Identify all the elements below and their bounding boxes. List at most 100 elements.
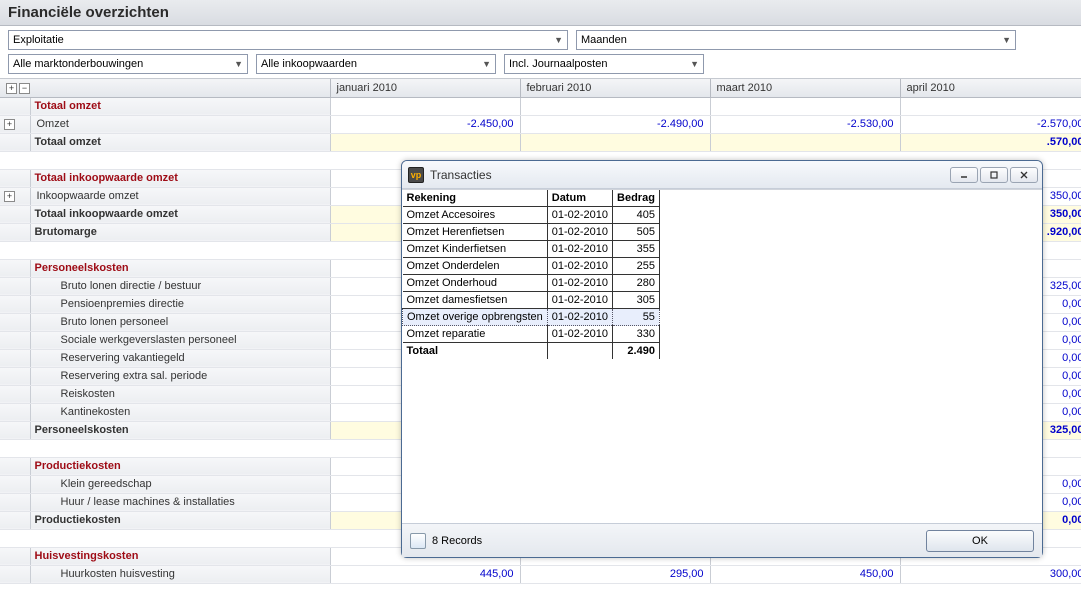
tx-row[interactable]: Omzet reparatie01-02-2010330	[403, 326, 660, 343]
filter-maanden-value: Maanden	[581, 34, 627, 46]
tx-row[interactable]: Omzet Onderhoud01-02-2010280	[403, 275, 660, 292]
tx-datum: 01-02-2010	[547, 275, 612, 292]
transactions-table[interactable]: Rekening Datum Bedrag Omzet Accesoires01…	[402, 190, 660, 359]
expand-icon[interactable]: +	[4, 119, 15, 130]
cell-value[interactable]: 295,00	[520, 565, 710, 583]
chevron-down-icon: ▼	[998, 35, 1011, 45]
tx-col-datum[interactable]: Datum	[547, 190, 612, 207]
expand-all-icon[interactable]: +	[6, 83, 17, 94]
tx-col-rekening[interactable]: Rekening	[403, 190, 548, 207]
minimize-button[interactable]	[950, 167, 978, 183]
dialog-title: Transacties	[430, 168, 948, 182]
col-header[interactable]: februari 2010	[520, 79, 710, 97]
row-label: Klein gereedschap	[30, 475, 330, 493]
cell-value[interactable]: -2.530,00	[710, 115, 900, 133]
tx-rekening: Omzet Kinderfietsen	[403, 241, 548, 258]
tx-bedrag: 505	[613, 224, 660, 241]
filter-maanden[interactable]: Maanden ▼	[576, 30, 1016, 50]
maximize-button[interactable]	[980, 167, 1008, 183]
cell-value[interactable]: -2.490,00	[520, 115, 710, 133]
filter-exploitatie[interactable]: Exploitatie ▼	[8, 30, 568, 50]
row-label: Totaal inkoopwaarde omzet	[30, 205, 330, 223]
tx-bedrag: 280	[613, 275, 660, 292]
grid-row[interactable]: Totaal omzet.570,00	[0, 133, 1081, 151]
collapse-all-icon[interactable]: −	[19, 83, 30, 94]
row-label: Bruto lonen directie / bestuur	[30, 277, 330, 295]
row-label: Omzet	[30, 115, 330, 133]
filter-markt[interactable]: Alle marktonderbouwingen ▼	[8, 54, 248, 74]
row-label: Productiekosten	[30, 457, 330, 475]
tx-bedrag: 255	[613, 258, 660, 275]
col-header[interactable]: april 2010	[900, 79, 1081, 97]
cell-value[interactable]: -2.570,00	[900, 115, 1081, 133]
chevron-down-icon: ▼	[478, 59, 491, 69]
page-title: Financiële overzichten	[0, 0, 1081, 26]
tx-total-row: Totaal 2.490	[403, 343, 660, 360]
tx-total-label: Totaal	[403, 343, 548, 360]
dialog-body: Rekening Datum Bedrag Omzet Accesoires01…	[402, 189, 1042, 523]
grid-row[interactable]: + Omzet-2.450,00-2.490,00-2.530,00-2.570,…	[0, 115, 1081, 133]
tx-rekening: Omzet Onderhoud	[403, 275, 548, 292]
expand-icon[interactable]: +	[4, 191, 15, 202]
row-label: Bruto lonen personeel	[30, 313, 330, 331]
dialog-titlebar[interactable]: vp Transacties	[402, 161, 1042, 189]
filter-inkoop[interactable]: Alle inkoopwaarden ▼	[256, 54, 496, 74]
filter-journaal-value: Incl. Journaalposten	[509, 58, 607, 70]
tx-rekening: Omzet Accesoires	[403, 207, 548, 224]
cell-value[interactable]: .570,00	[900, 133, 1081, 151]
grid-row[interactable]: Totaal omzet	[0, 97, 1081, 115]
tx-col-bedrag[interactable]: Bedrag	[613, 190, 660, 207]
tx-row[interactable]: Omzet Accesoires01-02-2010405	[403, 207, 660, 224]
row-label: Totaal inkoopwaarde omzet	[30, 169, 330, 187]
tx-bedrag: 405	[613, 207, 660, 224]
cell-value[interactable]: 445,00	[330, 565, 520, 583]
row-label: Inkoopwaarde omzet	[30, 187, 330, 205]
cell-value	[520, 97, 710, 115]
row-label: Huisvestingskosten	[30, 547, 330, 565]
cell-value[interactable]: 450,00	[710, 565, 900, 583]
tx-row[interactable]: Omzet Kinderfietsen01-02-2010355	[403, 241, 660, 258]
ok-button[interactable]: OK	[926, 530, 1034, 552]
tx-row[interactable]: Omzet damesfietsen01-02-2010305	[403, 292, 660, 309]
tx-bedrag: 330	[613, 326, 660, 343]
filter-markt-value: Alle marktonderbouwingen	[13, 58, 143, 70]
row-label: Personeelskosten	[30, 421, 330, 439]
row-label: Reservering extra sal. periode	[30, 367, 330, 385]
tx-bedrag: 355	[613, 241, 660, 258]
filter-journaal[interactable]: Incl. Journaalposten ▼	[504, 54, 704, 74]
tx-rekening: Omzet Onderdelen	[403, 258, 548, 275]
row-label: Reiskosten	[30, 385, 330, 403]
tx-datum: 01-02-2010	[547, 309, 612, 326]
ok-button-label: OK	[972, 535, 988, 547]
tx-total-value: 2.490	[613, 343, 660, 360]
expand-header[interactable]: +−	[0, 79, 330, 97]
tx-bedrag: 305	[613, 292, 660, 309]
row-label: Productiekosten	[30, 511, 330, 529]
tx-row[interactable]: Omzet Onderdelen01-02-2010255	[403, 258, 660, 275]
cell-value[interactable]	[710, 133, 900, 151]
tx-datum: 01-02-2010	[547, 207, 612, 224]
tx-datum: 01-02-2010	[547, 258, 612, 275]
cell-value	[330, 97, 520, 115]
tx-row[interactable]: Omzet overige opbrengsten01-02-201055	[403, 309, 660, 326]
cell-value[interactable]	[330, 133, 520, 151]
cell-value[interactable]	[520, 133, 710, 151]
cell-value[interactable]: 300,00	[900, 565, 1081, 583]
cell-value[interactable]: -2.450,00	[330, 115, 520, 133]
close-button[interactable]	[1010, 167, 1038, 183]
filter-inkoop-value: Alle inkoopwaarden	[261, 58, 357, 70]
row-label: Huurkosten huisvesting	[30, 565, 330, 583]
col-header[interactable]: januari 2010	[330, 79, 520, 97]
row-label: Huur / lease machines & installaties	[30, 493, 330, 511]
chevron-down-icon: ▼	[230, 59, 243, 69]
col-header[interactable]: maart 2010	[710, 79, 900, 97]
row-label: Sociale werkgeverslasten personeel	[30, 331, 330, 349]
tx-datum: 01-02-2010	[547, 326, 612, 343]
tx-row[interactable]: Omzet Herenfietsen01-02-2010505	[403, 224, 660, 241]
grid-row[interactable]: Huurkosten huisvesting445,00295,00450,00…	[0, 565, 1081, 583]
filter-exploitatie-value: Exploitatie	[13, 34, 64, 46]
tx-datum: 01-02-2010	[547, 224, 612, 241]
transacties-dialog: vp Transacties Rekening Datum Bedrag Omz…	[401, 160, 1043, 558]
row-label: Brutomarge	[30, 223, 330, 241]
tx-bedrag: 55	[613, 309, 660, 326]
